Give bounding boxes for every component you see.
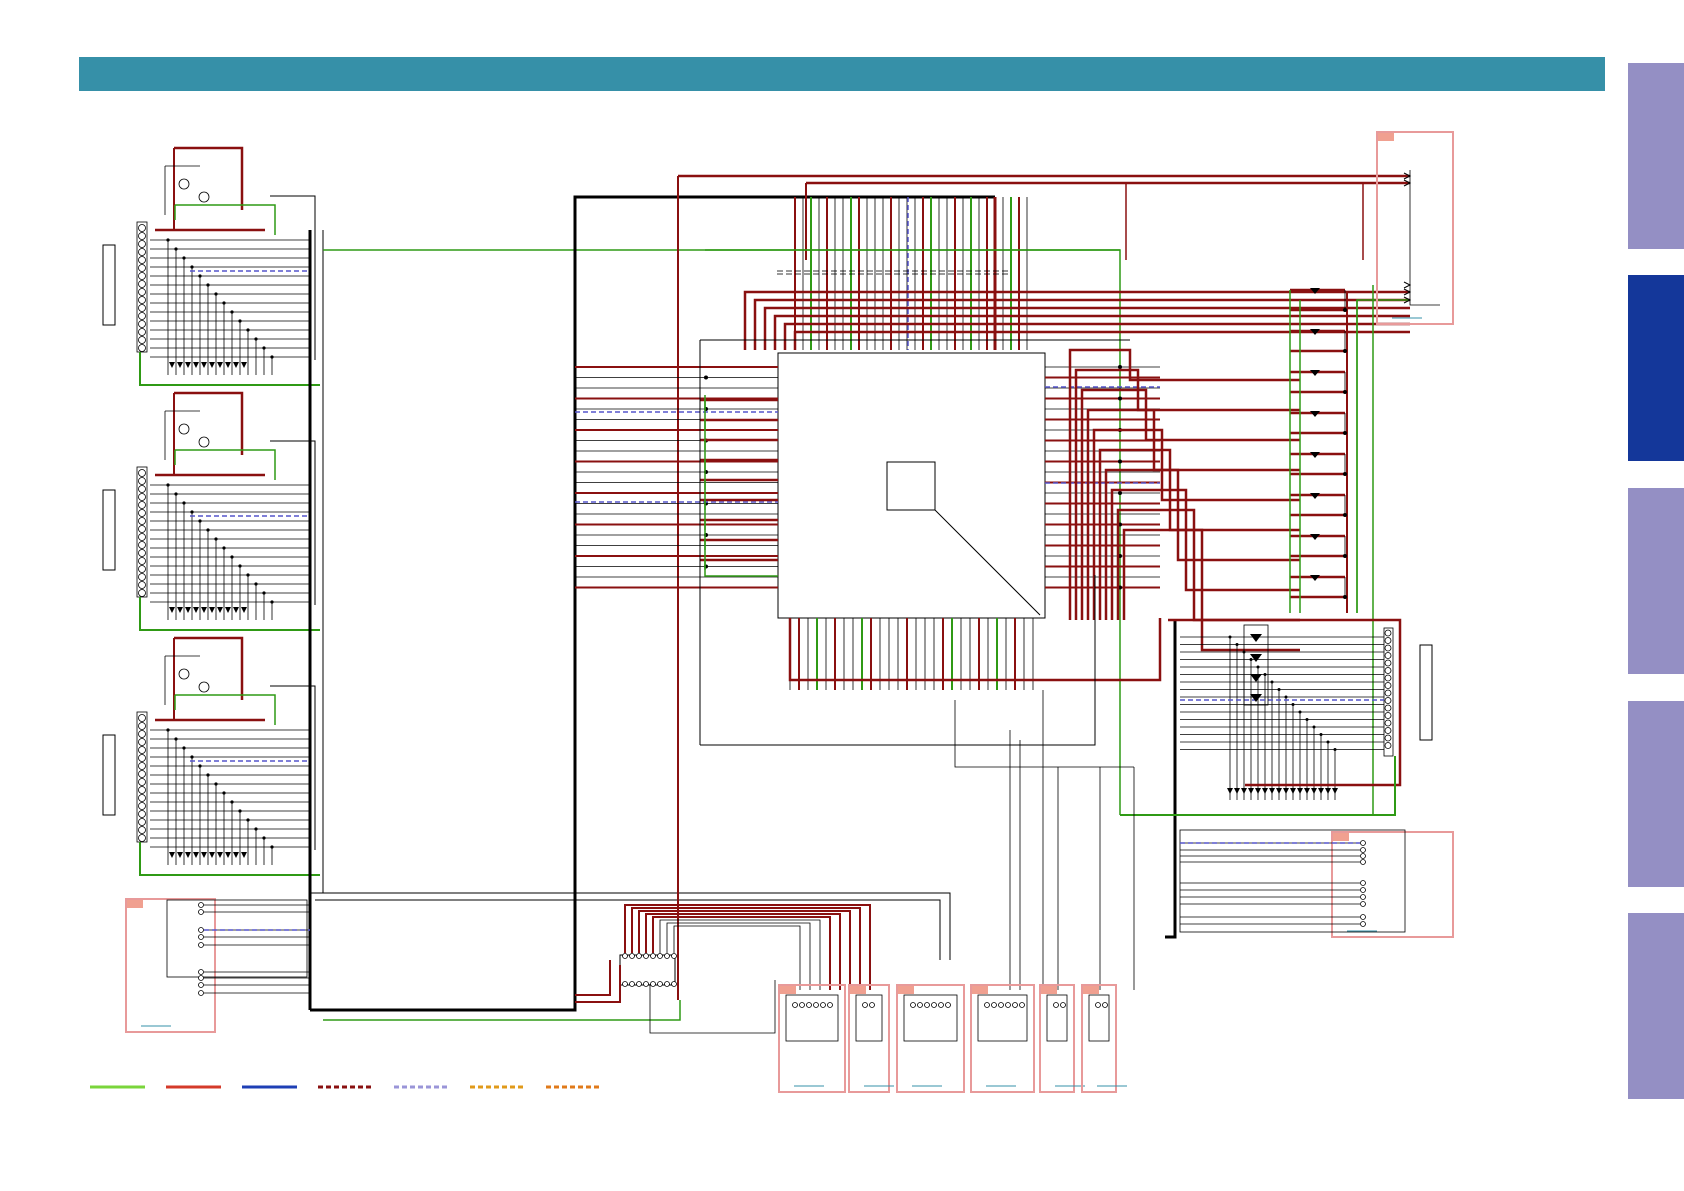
left-block-3: [102, 636, 320, 876]
sub-board-left: [125, 898, 310, 1033]
main-ic: [575, 339, 1300, 746]
sub-board-bottom-5: [1039, 984, 1085, 1093]
main-ic-marker: [886, 461, 936, 511]
right-circuit-section: [1120, 285, 1433, 939]
connector-label-box: [102, 734, 116, 816]
left-block-2: [102, 391, 320, 631]
bottom-circuit-section: [575, 690, 1135, 1034]
sub-board-bottom-1: [778, 984, 846, 1093]
connector-label-box: [102, 244, 116, 326]
small-ic: [619, 954, 676, 986]
sub-board-right-bottom: [1179, 829, 1454, 938]
sub-board-top-right: [1376, 131, 1454, 325]
sub-board-bottom-3: [896, 984, 965, 1093]
schematic-diagram: [90, 131, 1454, 1093]
sub-board-bottom-6: [1081, 984, 1127, 1093]
left-block-1: [102, 146, 320, 386]
connector-label-box: [102, 489, 116, 571]
right-connector-label-box: [1419, 644, 1433, 741]
sub-board-bottom-2: [848, 984, 894, 1093]
sub-board-bottom-4: [970, 984, 1035, 1093]
